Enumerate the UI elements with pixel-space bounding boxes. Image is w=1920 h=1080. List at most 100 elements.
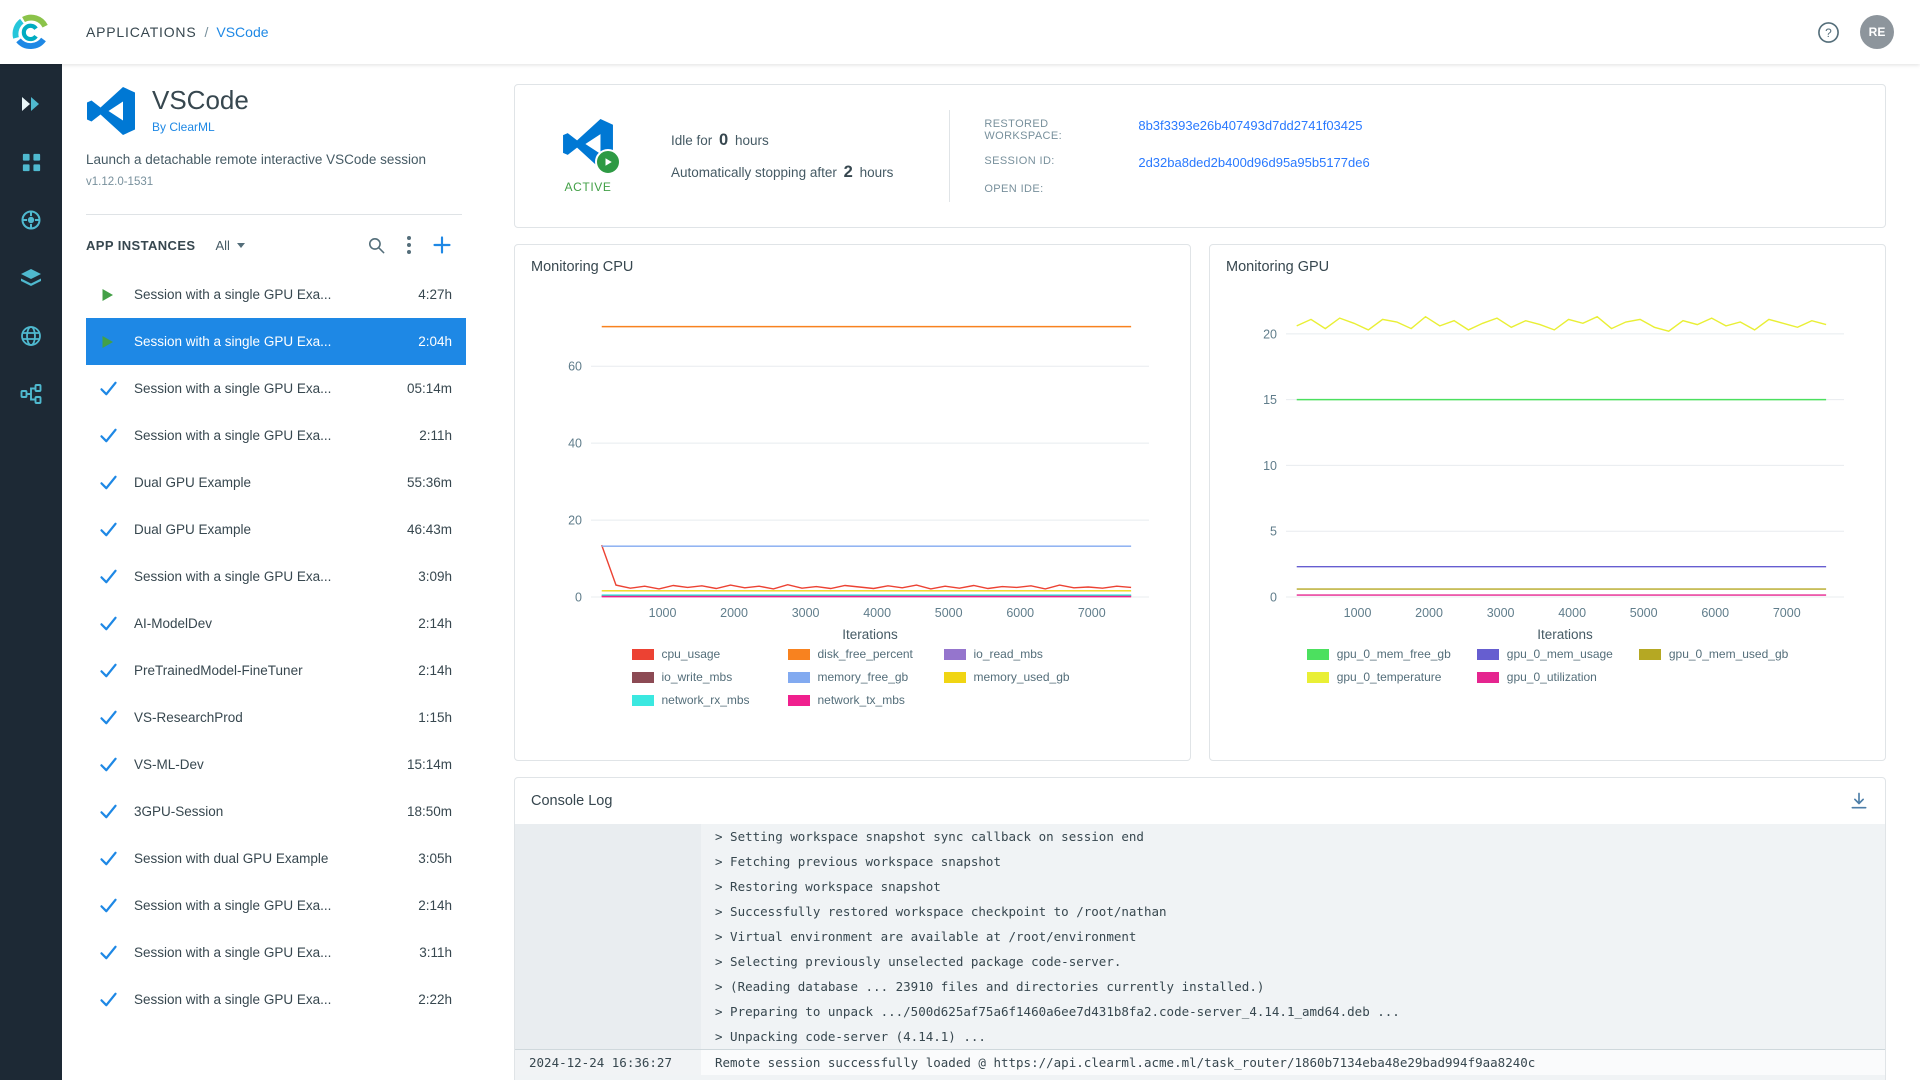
legend-label: gpu_0_mem_usage <box>1506 647 1613 661</box>
log-timestamp <box>515 1024 701 1049</box>
completed-check-icon <box>100 992 117 1007</box>
list-item[interactable]: VS-ML-Dev 15:14m <box>86 741 466 788</box>
cpu-chart-plot[interactable]: 0 20 40 60 1000 2000 3000 4000 5000 6000 7000 Itera… <box>539 281 1167 645</box>
instance-duration: 4:27h <box>418 287 452 302</box>
legend-item[interactable]: memory_free_gb <box>787 670 918 684</box>
list-item[interactable]: Session with a single GPU Exa... 4:27h <box>86 271 466 318</box>
list-item[interactable]: Dual GPU Example 46:43m <box>86 506 466 553</box>
completed-check-icon <box>100 757 117 772</box>
svg-text:5: 5 <box>1270 525 1277 539</box>
nav-workers-queues-icon[interactable] <box>17 206 45 234</box>
list-item[interactable]: Session with a single GPU Exa... 2:04h <box>86 318 466 365</box>
list-item[interactable]: PreTrainedModel-FineTuner 2:14h <box>86 647 466 694</box>
nav-datasets-icon[interactable] <box>17 264 45 292</box>
instance-name: Session with a single GPU Exa... <box>134 569 332 584</box>
list-item[interactable]: AI-ModelDev 2:14h <box>86 600 466 647</box>
svg-text:7000: 7000 <box>1772 606 1800 620</box>
legend-swatch <box>1476 671 1499 683</box>
log-message: > Successfully restored workspace checkp… <box>715 904 1167 919</box>
svg-text:6000: 6000 <box>1701 606 1729 620</box>
instance-name: Session with a single GPU Exa... <box>134 945 332 960</box>
list-item[interactable]: Session with a single GPU Exa... 05:14m <box>86 365 466 412</box>
legend-item[interactable]: io_write_mbs <box>631 670 762 684</box>
console-log-body[interactable]: > Setting workspace snapshot sync callba… <box>515 824 1885 1080</box>
legend-item[interactable]: gpu_0_utilization <box>1476 670 1613 684</box>
clearml-logo[interactable] <box>0 12 62 52</box>
log-message: > Preparing to unpack .../500d625af75a6f… <box>715 1004 1400 1019</box>
session-status-info: Idle for 0 hours Automatically stopping … <box>671 131 893 182</box>
list-item[interactable]: Session with a single GPU Exa... 2:14h <box>86 882 466 929</box>
log-message: > Selecting previously unselected packag… <box>715 954 1122 969</box>
legend-item[interactable]: gpu_0_mem_usage <box>1476 647 1613 661</box>
byline-link[interactable]: By ClearML <box>152 120 249 134</box>
log-line: 2024-12-24 16:36:27 Remote session succes… <box>515 1049 1885 1075</box>
session-id-value[interactable]: 2d32ba8ded2b400d96d95a95b5177de6 <box>1138 155 1369 170</box>
restored-workspace-value[interactable]: 8b3f3393e26b407493d7dd2741f03425 <box>1138 118 1369 133</box>
nav-applications-icon[interactable] <box>17 90 45 118</box>
list-item[interactable]: 3GPU-Session 18:50m <box>86 788 466 835</box>
gpu-chart-plot[interactable]: 0 5 10 15 20 1000 2000 3000 4000 5000 6000 7000 Iter… <box>1234 281 1862 645</box>
list-item[interactable]: Session with a single GPU Exa... 2:11h <box>86 412 466 459</box>
nav-projects-icon[interactable] <box>17 148 45 176</box>
legend-item[interactable]: memory_used_gb <box>943 670 1074 684</box>
cpu-chart-legend: cpu_usage disk_free_percent io_read_mbs io_… <box>631 647 1074 707</box>
vscode-logo-icon <box>87 87 135 135</box>
idle-suffix: hours <box>735 132 769 148</box>
list-item[interactable]: Session with a single GPU Exa... 3:09h <box>86 553 466 600</box>
breadcrumb-applications[interactable]: APPLICATIONS <box>86 24 196 40</box>
add-instance-button[interactable] <box>432 235 452 255</box>
idle-hours-value: 0 <box>719 130 729 149</box>
breadcrumb-current[interactable]: VSCode <box>216 24 268 40</box>
search-icon <box>368 237 385 253</box>
list-item[interactable]: Session with a single GPU Exa... 2:22h <box>86 976 466 1023</box>
log-message: > Setting workspace snapshot sync callba… <box>715 829 1144 844</box>
instances-title: APP INSTANCES <box>86 237 196 253</box>
status-vertical-divider <box>949 110 951 202</box>
svg-text:1000: 1000 <box>1343 606 1371 620</box>
log-message: > Restoring workspace snapshot <box>715 879 941 894</box>
legend-item[interactable]: gpu_0_temperature <box>1306 670 1451 684</box>
instance-duration: 3:05h <box>418 851 452 866</box>
list-item[interactable]: Session with dual GPU Example 3:05h <box>86 835 466 882</box>
more-options-button[interactable] <box>406 235 412 255</box>
legend-label: io_read_mbs <box>973 647 1043 661</box>
legend-label: network_tx_mbs <box>817 693 905 707</box>
legend-item[interactable]: gpu_0_mem_used_gb <box>1638 647 1788 661</box>
list-item[interactable]: VS-ResearchProd 1:15h <box>86 694 466 741</box>
legend-item[interactable]: io_read_mbs <box>943 647 1074 661</box>
svg-text:?: ? <box>1825 25 1832 39</box>
legend-item[interactable]: disk_free_percent <box>787 647 918 661</box>
svg-text:4000: 4000 <box>863 606 891 620</box>
legend-swatch <box>1306 671 1329 683</box>
list-item[interactable]: Dual GPU Example 55:36m <box>86 459 466 506</box>
legend-swatch <box>1476 648 1499 660</box>
instance-duration: 2:11h <box>419 428 452 443</box>
app-version: v1.12.0-1531 <box>86 176 154 188</box>
legend-item[interactable]: gpu_0_mem_free_gb <box>1306 647 1451 661</box>
nav-hyper-datasets-icon[interactable] <box>17 322 45 350</box>
download-log-button[interactable] <box>1849 791 1869 811</box>
instance-duration: 2:14h <box>418 616 452 631</box>
help-button[interactable]: ? <box>1817 21 1840 44</box>
instances-filter-dropdown[interactable]: All <box>215 238 245 253</box>
search-button[interactable] <box>367 236 386 255</box>
legend-item[interactable]: cpu_usage <box>631 647 762 661</box>
svg-text:0: 0 <box>1270 591 1277 605</box>
session-status-logo-block: ACTIVE <box>545 118 631 194</box>
autostop-suffix: hours <box>859 164 894 180</box>
app-instances-list: Session with a single GPU Exa... 4:27h Ses… <box>86 271 466 1023</box>
legend-label: io_write_mbs <box>661 670 733 684</box>
log-line: > Unpacking code-server (4.14.1) ... <box>515 1024 1885 1049</box>
legend-label: gpu_0_temperature <box>1336 670 1442 684</box>
avatar[interactable]: RE <box>1860 15 1894 49</box>
legend-label: gpu_0_utilization <box>1506 670 1597 684</box>
legend-item[interactable]: network_tx_mbs <box>787 693 918 707</box>
completed-check-icon <box>100 428 117 443</box>
legend-item[interactable]: network_rx_mbs <box>631 693 762 707</box>
list-item[interactable]: Session with a single GPU Exa... 3:11h <box>86 929 466 976</box>
autostop-hours-value: 2 <box>843 162 853 181</box>
instance-duration: 3:09h <box>418 569 452 584</box>
nav-pipelines-icon[interactable] <box>17 380 45 408</box>
chevron-down-icon <box>236 242 245 248</box>
log-timestamp <box>515 949 701 974</box>
